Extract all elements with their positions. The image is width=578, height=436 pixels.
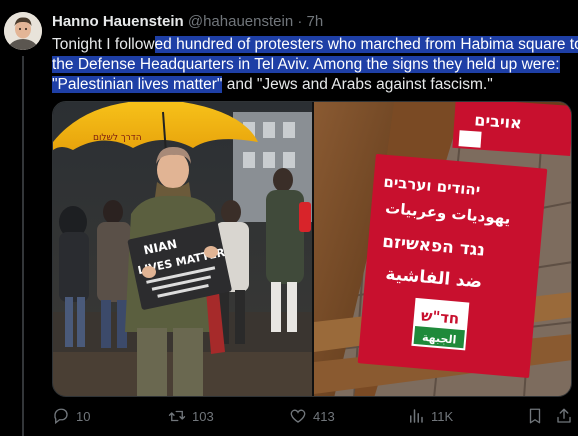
reply-icon	[54, 408, 68, 425]
repost-button[interactable]: 103	[168, 406, 214, 426]
action-bar: 10 103 413 11K	[52, 406, 572, 426]
heart-icon	[290, 409, 306, 423]
thread-line	[22, 56, 24, 436]
separator-dot: ·	[297, 13, 303, 30]
like-button[interactable]: 413	[289, 406, 335, 426]
bookmark-icon	[529, 408, 541, 424]
repost-count: 103	[192, 408, 214, 424]
share-button[interactable]	[555, 406, 573, 426]
tweet-text-selected: ed hundred of protesters who marched fro…	[154, 36, 578, 53]
logo-text-hebrew: חד"ש	[420, 306, 460, 327]
photo-red-sign[interactable]: אויבים יהודים וערבים يهوديات وعربيات נגד…	[314, 102, 571, 396]
share-icon	[557, 408, 571, 423]
protest-photo-right: אויבים יהודים וערבים يهوديات وعربيات נגד…	[314, 102, 571, 396]
tweet[interactable]: Hanno Hauenstein @hahauenstein · 7h Toni…	[0, 0, 578, 436]
tweet-line-2: the Defense Headquarters in Tel Aviv. Am…	[52, 55, 568, 75]
reply-button[interactable]: 10	[52, 406, 90, 426]
media-grid: הדרך לשלום NIAN LIVES MATTER אויבים יהוד…	[52, 101, 572, 397]
author-name[interactable]: Hanno Hauenstein	[52, 13, 184, 30]
tweet-text-selected: the Defense Headquarters in Tel Aviv. Am…	[52, 56, 560, 73]
avatar[interactable]	[4, 12, 42, 50]
photo-protester-with-sign[interactable]: הדרך לשלום NIAN LIVES MATTER	[53, 102, 312, 396]
tweet-header: Hanno Hauenstein @hahauenstein · 7h	[52, 13, 323, 31]
views-button[interactable]: 11K	[407, 406, 453, 426]
tweet-line-3: "Palestinian lives matter" and "Jews and…	[52, 75, 568, 95]
reply-count: 10	[76, 408, 91, 424]
tweet-text-plain: and "Jews and Arabs against fascism."	[222, 76, 493, 93]
tweet-text-plain: Tonight I follow	[52, 36, 155, 53]
tweet-text: Tonight I followed hundred of protesters…	[52, 35, 578, 95]
view-count: 11K	[431, 408, 454, 424]
views-icon	[410, 409, 423, 423]
top-sign-text: אויבים	[474, 110, 523, 132]
timestamp[interactable]: 7h	[307, 13, 324, 30]
like-count: 413	[313, 408, 335, 424]
tweet-text-selected: "Palestinian lives matter"	[52, 76, 223, 93]
author-handle[interactable]: @hahauenstein	[188, 13, 293, 30]
repost-icon	[168, 410, 186, 422]
tweet-line-1: Tonight I followed hundred of protesters…	[52, 35, 578, 55]
protest-photo-left: הדרך לשלום NIAN LIVES MATTER	[53, 102, 312, 396]
umbrella-text: הדרך לשלום	[93, 133, 142, 143]
bookmark-button[interactable]	[526, 406, 544, 426]
avatar-image	[4, 12, 42, 50]
